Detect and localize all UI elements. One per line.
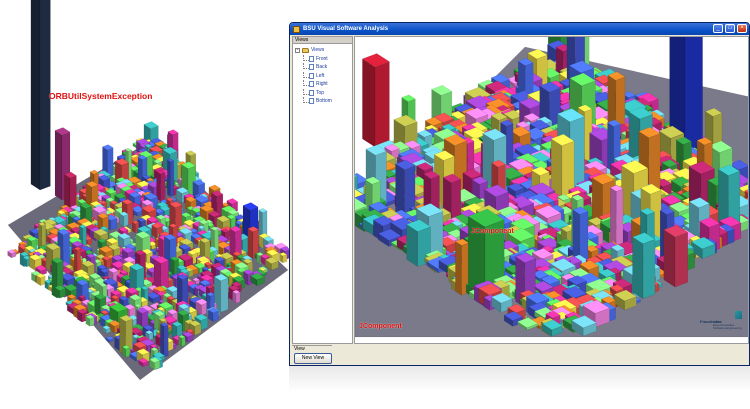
views-tree: - Views Front Back Left Right Top Bottom xyxy=(293,46,352,106)
view-doc-icon xyxy=(309,64,314,71)
view-doc-icon xyxy=(309,89,314,96)
title-bar[interactable]: BSU Visual Software Analysis _ □ × xyxy=(290,23,749,35)
collapse-icon[interactable]: - xyxy=(295,47,300,53)
tree-root-views[interactable]: - Views xyxy=(293,46,352,55)
views-tree-panel: Views - Views Front Back Left Right Top … xyxy=(292,36,353,344)
3d-city-canvas[interactable] xyxy=(355,37,749,344)
tree-item-top[interactable]: Top xyxy=(293,88,352,98)
tree-item-label: Left xyxy=(316,72,325,79)
window-reflection xyxy=(289,366,750,392)
tree-item-label: Back xyxy=(316,64,328,71)
views-panel-header: Views xyxy=(293,37,352,44)
view-doc-icon xyxy=(309,98,314,105)
minimize-button[interactable]: _ xyxy=(713,24,723,33)
jcomponent-selected-label: JComponent xyxy=(471,228,514,235)
close-button[interactable]: × xyxy=(737,24,747,33)
orbutil-exception-label: ORBUtilSystemException xyxy=(49,91,153,101)
logo-mark-icon xyxy=(735,311,742,319)
folder-icon xyxy=(302,47,309,53)
app-icon xyxy=(293,25,300,33)
tree-item-left[interactable]: Left xyxy=(293,71,352,81)
tree-item-label: Right xyxy=(316,81,328,88)
tree-root-label: Views xyxy=(311,47,325,54)
3d-view-panel[interactable]: JComponent JComponent Fraunhofer Institu… xyxy=(354,36,749,344)
logo-line: Software Engineering xyxy=(713,326,742,330)
view-doc-icon xyxy=(309,72,314,79)
tree-item-front[interactable]: Front xyxy=(293,54,352,64)
tree-item-label: Top xyxy=(316,89,325,96)
view-doc-icon xyxy=(309,81,314,88)
view-doc-icon xyxy=(309,55,314,62)
tree-item-bottom[interactable]: Bottom xyxy=(293,97,352,106)
analysis-window: BSU Visual Software Analysis _ □ × Views… xyxy=(289,22,750,366)
tree-item-right[interactable]: Right xyxy=(293,80,352,89)
tree-item-label: Bottom xyxy=(316,98,332,105)
left-city-canvas xyxy=(7,0,290,381)
tree-item-label: Front xyxy=(316,55,328,62)
view-tab[interactable]: View xyxy=(292,345,332,352)
fraunhofer-logo: Fraunhofer Institut Experimentelles Soft… xyxy=(700,311,742,333)
left-city-visualization: ORBUtilSystemException xyxy=(0,0,290,409)
window-title: BSU Visual Software Analysis xyxy=(303,26,389,32)
tree-item-back[interactable]: Back xyxy=(293,63,352,72)
new-view-button[interactable]: New View xyxy=(294,353,332,364)
jcomponent-bottom-label: JComponent xyxy=(359,323,402,330)
maximize-button[interactable]: □ xyxy=(725,24,735,33)
